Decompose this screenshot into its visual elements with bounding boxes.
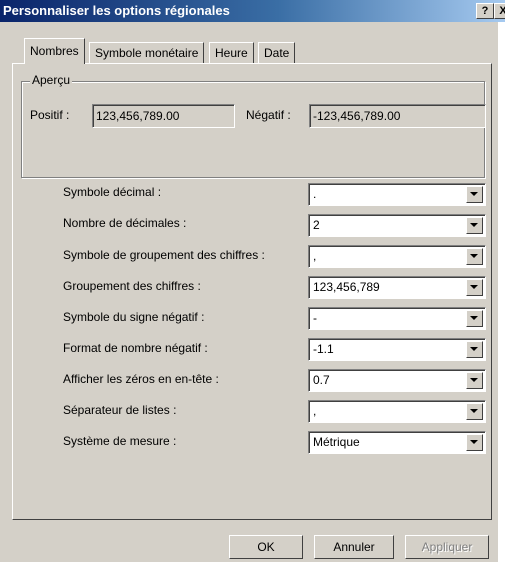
preview-legend: Aperçu (30, 73, 73, 87)
negative-format-label: Format de nombre négatif : (63, 341, 208, 355)
positive-label: Positif : (30, 108, 70, 122)
chevron-down-icon (470, 192, 478, 196)
decimal-symbol-value: . (313, 187, 317, 201)
grouping-symbol-label: Symbole de groupement des chiffres : (63, 248, 265, 262)
chevron-down-icon (470, 316, 478, 320)
negative-label: Négatif : (246, 108, 291, 122)
ok-button[interactable]: OK (229, 535, 303, 559)
digit-grouping-label: Groupement des chiffres : (63, 279, 201, 293)
measurement-system-value: Métrique (313, 435, 360, 449)
apply-button[interactable]: Appliquer (405, 535, 489, 559)
title-bar[interactable]: Personnaliser les options régionales ? X (0, 0, 505, 22)
dropdown-button[interactable] (466, 217, 483, 234)
negative-preview-value: -123,456,789.00 (309, 104, 486, 128)
list-separator-combo[interactable]: , (308, 400, 486, 423)
preview-groupbox (21, 81, 485, 178)
leading-zeros-value: 0.7 (313, 373, 330, 387)
dropdown-button[interactable] (466, 310, 483, 327)
chevron-down-icon (470, 440, 478, 444)
positive-preview-value: 123,456,789.00 (92, 104, 235, 128)
dropdown-button[interactable] (466, 434, 483, 451)
chevron-down-icon (470, 223, 478, 227)
dropdown-button[interactable] (466, 279, 483, 296)
measurement-system-label: Système de mesure : (63, 434, 177, 448)
tab-date[interactable]: Date (258, 42, 296, 63)
window-edge (498, 22, 505, 562)
cancel-button[interactable]: Annuler (314, 535, 394, 559)
negative-format-value: -1.1 (313, 342, 334, 356)
grouping-symbol-value: , (313, 249, 317, 263)
chevron-down-icon (470, 347, 478, 351)
digit-grouping-combo[interactable]: 123,456,789 (308, 276, 486, 299)
negative-sign-combo[interactable]: - (308, 307, 486, 330)
chevron-down-icon (470, 285, 478, 289)
negative-sign-value: - (313, 311, 317, 325)
measurement-system-combo[interactable]: Métrique (308, 431, 486, 454)
tab-symbole-monetaire[interactable]: Symbole monétaire (89, 42, 205, 63)
dropdown-button[interactable] (466, 372, 483, 389)
dropdown-button[interactable] (466, 186, 483, 203)
leading-zeros-label: Afficher les zéros en en-tête : (63, 372, 219, 386)
negative-sign-label: Symbole du signe négatif : (63, 310, 205, 324)
chevron-down-icon (470, 378, 478, 382)
help-button[interactable]: ? (476, 3, 494, 19)
tab-nombres[interactable]: Nombres (24, 38, 85, 64)
chevron-down-icon (470, 409, 478, 413)
dropdown-button[interactable] (466, 248, 483, 265)
chevron-down-icon (470, 254, 478, 258)
decimal-symbol-label: Symbole décimal : (63, 185, 162, 199)
decimal-count-combo[interactable]: 2 (308, 214, 486, 237)
negative-format-combo[interactable]: -1.1 (308, 338, 486, 361)
regional-options-dialog: Personnaliser les options régionales ? X… (0, 0, 505, 562)
tab-heure[interactable]: Heure (209, 42, 254, 63)
close-button[interactable]: X (494, 3, 505, 19)
window-title: Personnaliser les options régionales (3, 3, 230, 18)
decimal-count-value: 2 (313, 218, 320, 232)
list-separator-value: , (313, 404, 317, 418)
dropdown-button[interactable] (466, 341, 483, 358)
leading-zeros-combo[interactable]: 0.7 (308, 369, 486, 392)
grouping-symbol-combo[interactable]: , (308, 245, 486, 268)
dropdown-button[interactable] (466, 403, 483, 420)
list-separator-label: Séparateur de listes : (63, 403, 177, 417)
decimal-count-label: Nombre de décimales : (63, 216, 187, 230)
decimal-symbol-combo[interactable]: . (308, 183, 486, 206)
digit-grouping-value: 123,456,789 (313, 280, 380, 294)
